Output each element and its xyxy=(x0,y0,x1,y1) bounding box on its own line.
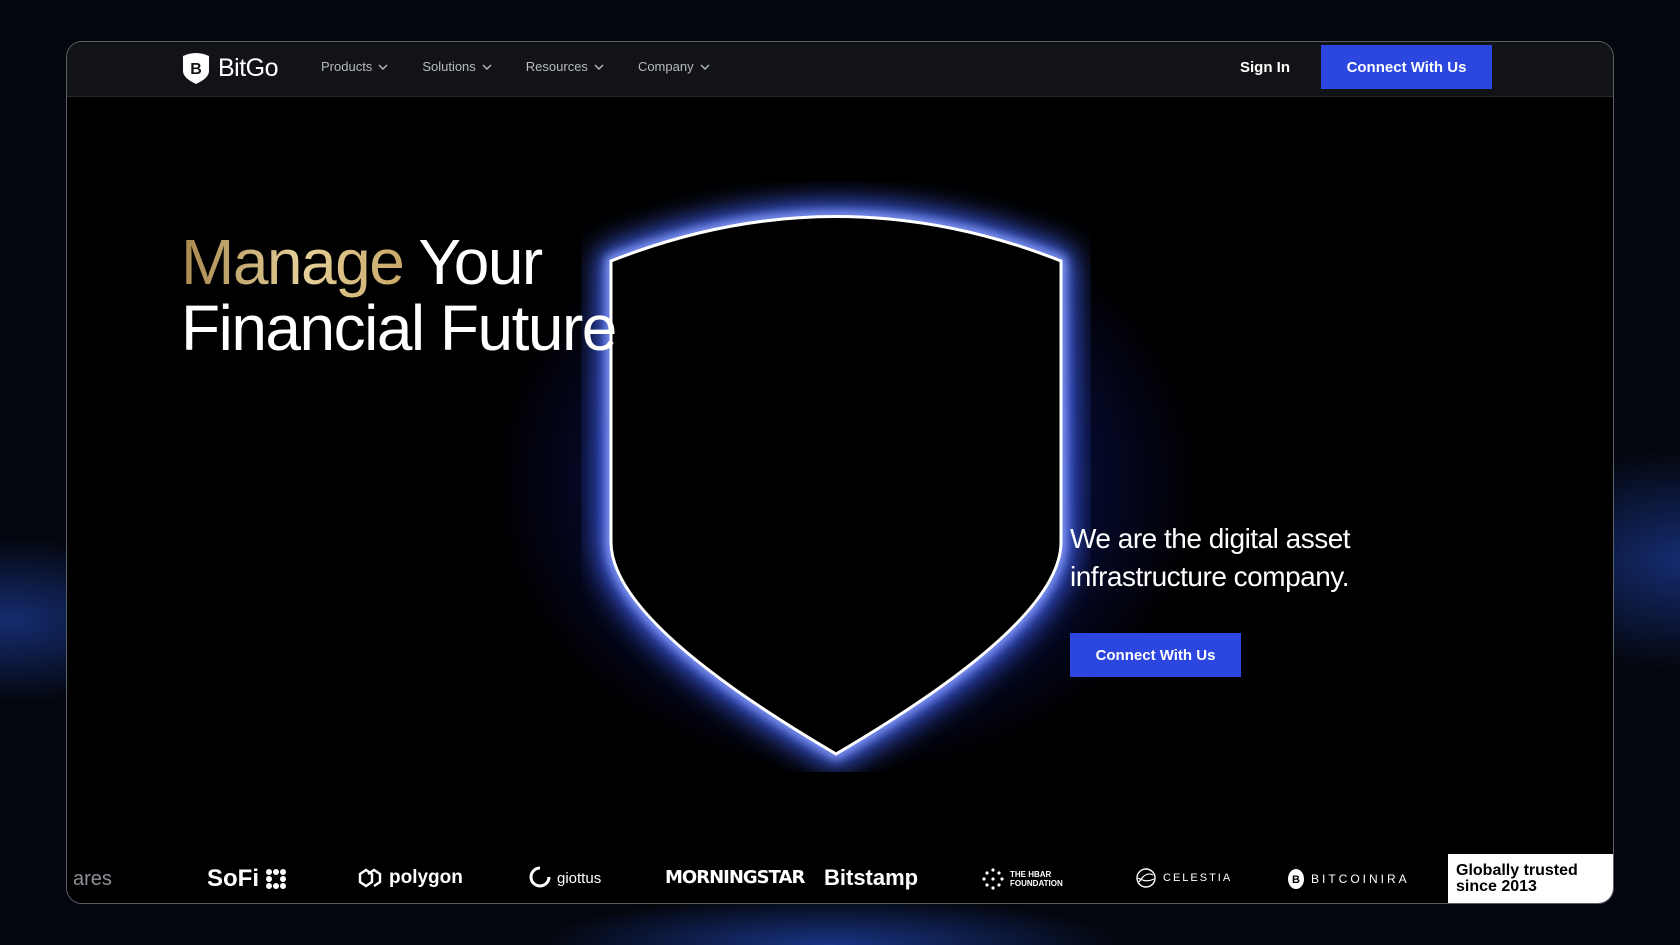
polygon-mark-icon xyxy=(358,868,382,888)
headline-line2: Financial Future xyxy=(181,292,617,364)
partner-logo-polygon: polygon xyxy=(357,866,463,890)
headline-accent: Manage xyxy=(181,226,405,298)
partner-bitcoinira-text: BITCOINIRA xyxy=(1311,872,1410,886)
menu-company-label: Company xyxy=(637,59,694,74)
menu-resources-label: Resources xyxy=(525,59,588,74)
menu-products-label: Products xyxy=(321,59,373,74)
giottus-mark-icon xyxy=(529,866,551,888)
celestia-mark-icon xyxy=(1136,868,1156,888)
partner-polygon-text: polygon xyxy=(389,867,463,888)
top-nav: B BitGo Products Solutions Resources Com… xyxy=(67,42,1613,97)
brand-logo[interactable]: B BitGo xyxy=(181,51,279,85)
partner-logo-strip: ares SoFi polygon giottus MORNINGSTAR Bi… xyxy=(67,854,1448,903)
nav-connect-button[interactable]: Connect With Us xyxy=(1321,45,1492,89)
partner-celestia-text: CELESTIA xyxy=(1163,872,1233,884)
partner-giottus-text: giottus xyxy=(557,869,602,887)
partner-logo-sofi: SoFi xyxy=(207,865,287,893)
chevron-down-icon xyxy=(594,64,604,70)
svg-text:B: B xyxy=(1292,874,1300,886)
partner-ares-text: ares xyxy=(73,868,112,890)
shield-graphic xyxy=(598,203,1074,770)
partner-morningstar-text: MORNINGSTAR xyxy=(665,867,805,888)
brand-name: BitGo xyxy=(218,53,279,82)
hero-tagline: We are the digital asset infrastructure … xyxy=(1070,523,1351,592)
sofi-mark-icon xyxy=(266,869,286,889)
hero-connect-button[interactable]: Connect With Us xyxy=(1070,633,1241,677)
partner-logo-morningstar: MORNINGSTAR xyxy=(665,867,805,888)
trust-badge-line1: Globally trusted xyxy=(1456,862,1578,879)
menu-resources[interactable]: Resources xyxy=(526,59,604,74)
trust-badge-line2: since 2013 xyxy=(1456,878,1537,895)
partner-logo-bitcoinira: B BITCOINIRA xyxy=(1287,868,1410,890)
chevron-down-icon xyxy=(700,64,710,70)
browser-frame: B BitGo Products Solutions Resources Com… xyxy=(66,41,1614,904)
menu-products[interactable]: Products xyxy=(321,59,388,74)
svg-text:B: B xyxy=(190,61,202,78)
hero-headline: Manage Your Financial Future xyxy=(181,226,617,364)
partner-hbar-text: THE HBAR FOUNDATION xyxy=(1010,870,1063,888)
bitgo-shield-icon: B xyxy=(183,53,209,84)
menu-solutions-label: Solutions xyxy=(422,59,476,74)
bitcoinira-mark-icon: B xyxy=(1288,869,1304,889)
headline-rest: Your xyxy=(418,226,543,298)
partner-bitstamp-text: Bitstamp xyxy=(824,865,919,890)
partner-sofi-text: SoFi xyxy=(207,865,259,892)
chevron-down-icon xyxy=(482,64,492,70)
menu-solutions[interactable]: Solutions xyxy=(422,59,492,74)
partner-logo-bitstamp: Bitstamp xyxy=(824,865,918,891)
partner-logo-ares: ares xyxy=(73,868,112,891)
hbar-mark-icon xyxy=(982,868,1004,890)
partner-logo-hbar: THE HBAR FOUNDATION xyxy=(982,868,1080,890)
main-menu: Products Solutions Resources Company xyxy=(321,59,744,74)
partner-logo-celestia: CELESTIA xyxy=(1135,867,1232,889)
partner-logo-giottus: giottus xyxy=(529,866,601,890)
trust-badge: Globally trusted since 2013 xyxy=(1448,854,1613,903)
chevron-down-icon xyxy=(378,64,388,70)
sign-in-link[interactable]: Sign In xyxy=(1240,59,1290,76)
menu-company[interactable]: Company xyxy=(638,59,710,74)
